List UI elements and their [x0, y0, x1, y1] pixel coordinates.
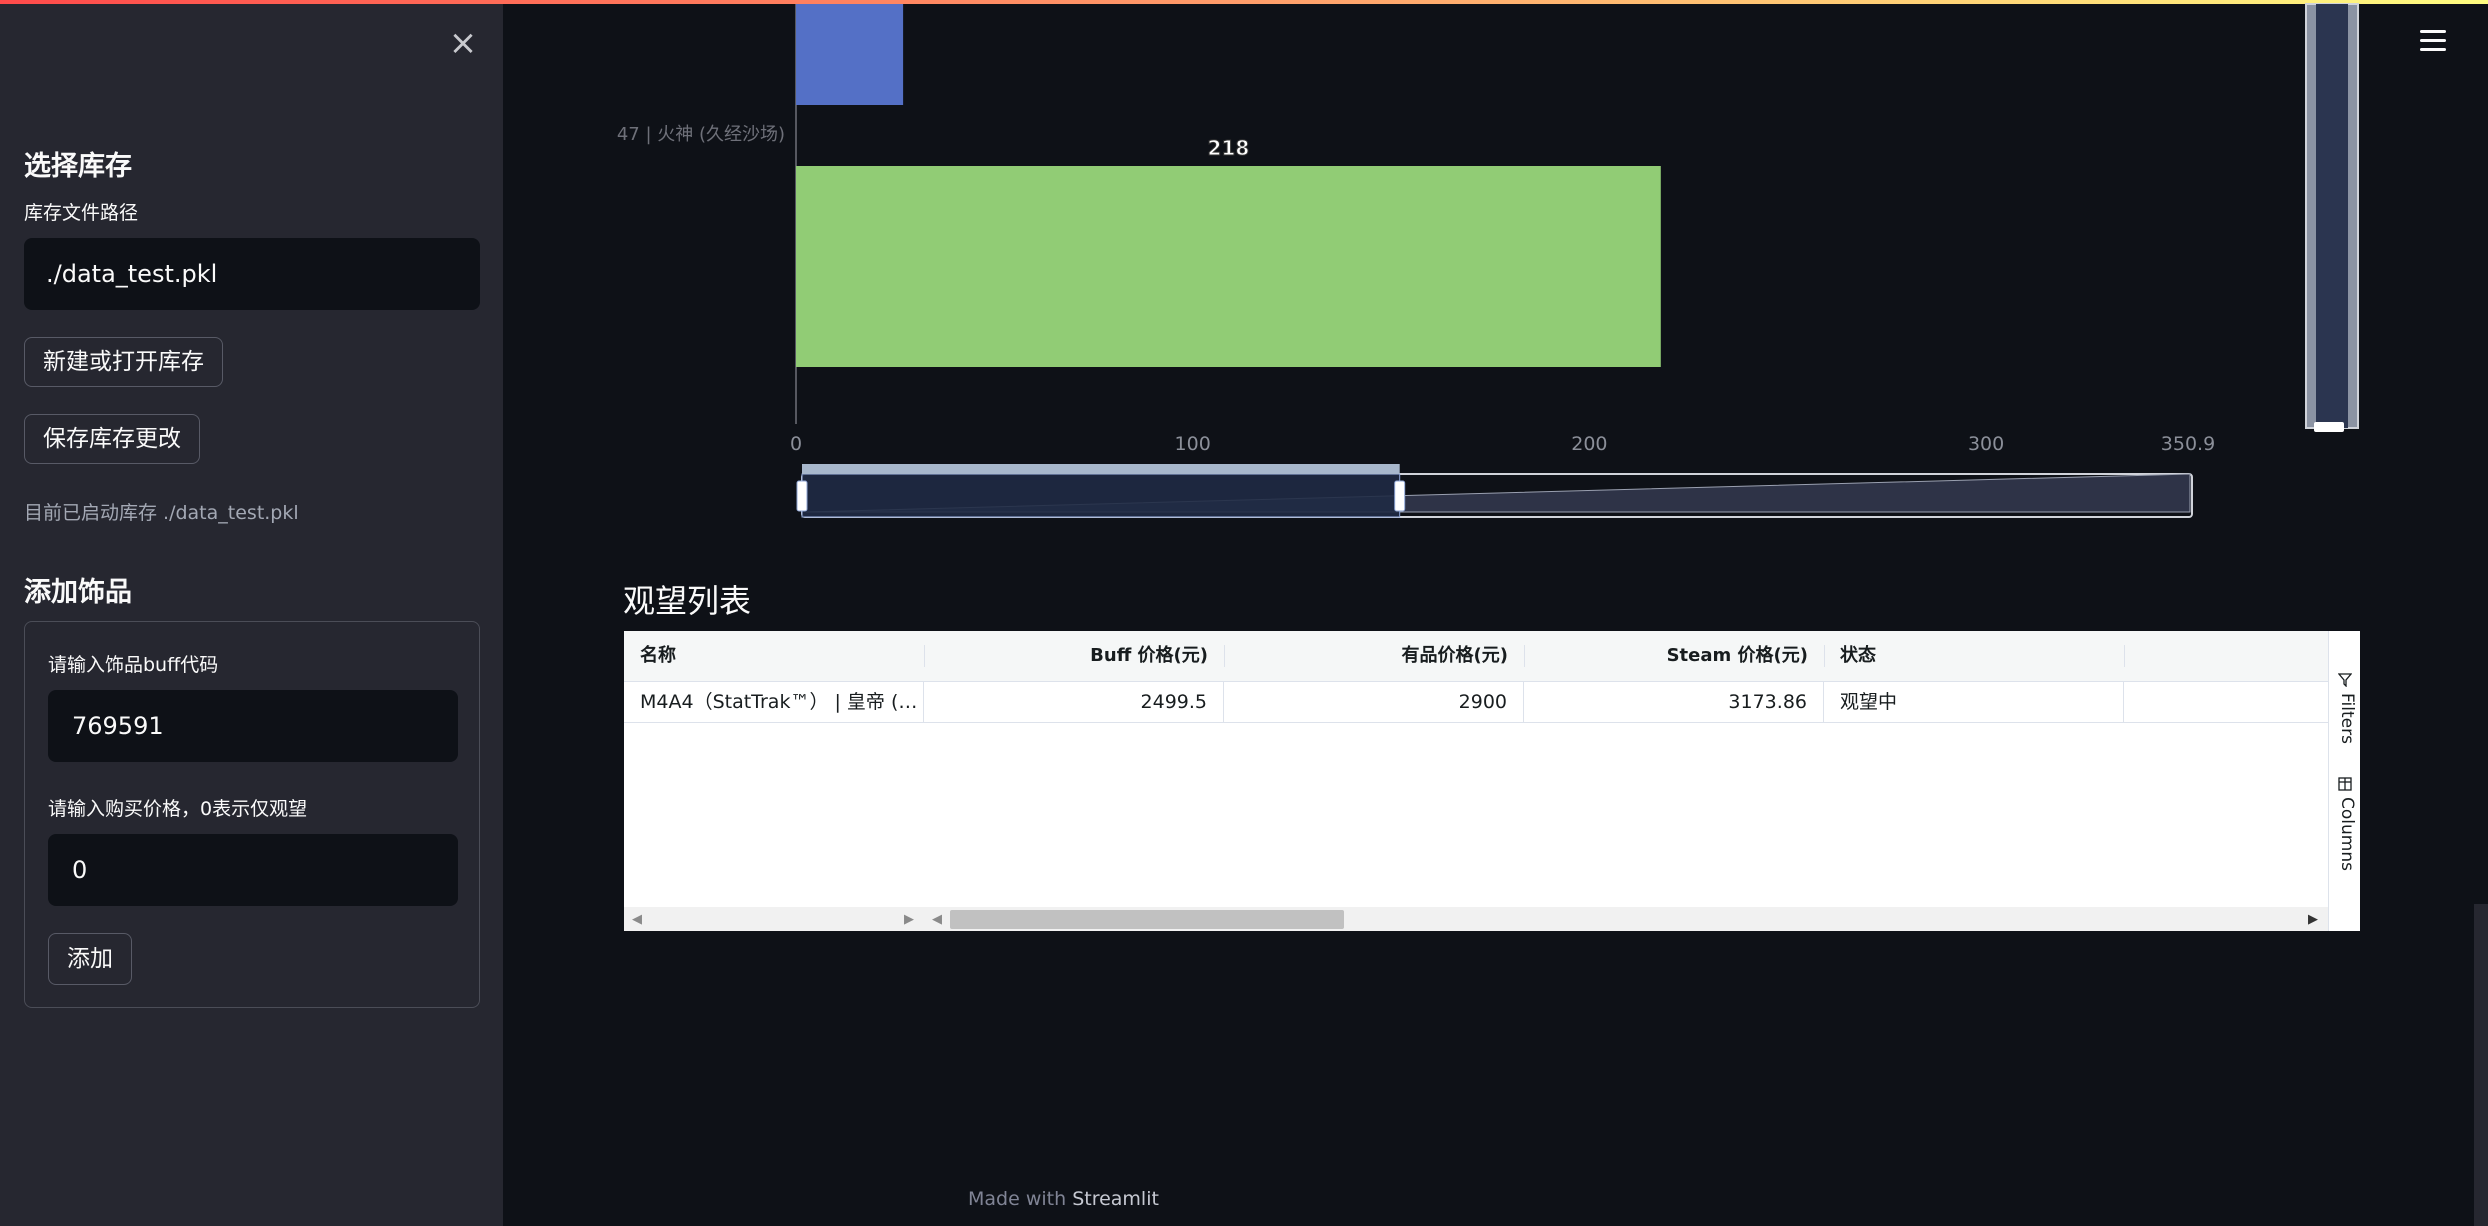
price-input[interactable] [48, 834, 458, 906]
code-label: 请输入饰品buff代码 [48, 654, 219, 676]
category-label: 47 | 火神 (久经沙场) [617, 124, 785, 145]
vertical-datazoom-window[interactable] [2316, 4, 2348, 428]
columns-tab[interactable]: Columns [2333, 797, 2357, 871]
datazoom-right-handle[interactable] [1394, 480, 1406, 512]
x-tick-label: 350.9 [2161, 433, 2215, 455]
bar-chart: 47 | 火神 (久经沙场) 218 0 100 200 300 350.9 [617, 3, 2359, 518]
columns-icon[interactable] [2338, 777, 2352, 791]
datazoom-window[interactable] [801, 473, 1401, 518]
column-header-status[interactable]: 状态 [1824, 631, 2124, 681]
cell-status[interactable]: 观望中 [1824, 682, 2124, 722]
page-scrollbar[interactable] [2474, 904, 2488, 1226]
x-tick-label: 200 [1571, 433, 1607, 455]
cell-steam-price[interactable]: 3173.86 [1524, 682, 1824, 722]
price-label: 请输入购买价格，0表示仅观望 [48, 798, 308, 820]
x-axis-ticks: 0 100 200 300 350.9 [790, 433, 2215, 455]
datazoom-left-handle[interactable] [796, 480, 808, 512]
table-header: 名称 Buff 价格(元) 有品价格(元) Steam 价格(元) 状态 [624, 631, 2328, 682]
column-header-name[interactable]: 名称 [624, 631, 924, 681]
datazoom-move-handle[interactable] [802, 464, 1400, 474]
bar-main [796, 166, 1661, 367]
table-row[interactable]: M4A4（StatTrak™） | 皇帝 (… 2499.5 2900 3173… [624, 682, 2328, 723]
scroll-right-arrow-icon[interactable]: ▶ [2308, 912, 2318, 927]
column-header-youpin-price[interactable]: 有品价格(元) [1224, 631, 1524, 681]
pinned-scroll-right-arrow-icon[interactable]: ▶ [904, 912, 914, 927]
column-header-steam-price[interactable]: Steam 价格(元) [1524, 631, 1824, 681]
cell-youpin-price[interactable]: 2900 [1224, 682, 1524, 722]
add-item-heading: 添加饰品 [24, 577, 132, 608]
add-item-form: 请输入饰品buff代码 请输入购买价格，0表示仅观望 添加 [24, 621, 480, 1008]
scroll-left-arrow-icon[interactable]: ◀ [632, 912, 642, 927]
footer-prefix: Made with [968, 1188, 1067, 1210]
pinned-scroll-left-arrow-icon[interactable]: ◀ [932, 912, 942, 927]
x-tick-label: 100 [1175, 433, 1211, 455]
column-header-buff-price[interactable]: Buff 价格(元) [924, 631, 1224, 681]
x-tick-label: 300 [1968, 433, 2004, 455]
watchlist-table: 名称 Buff 价格(元) 有品价格(元) Steam 价格(元) 状态 M4A… [624, 631, 2360, 931]
code-input[interactable] [48, 690, 458, 762]
bar-data-label: 218 [1208, 136, 1250, 160]
footer: Made with Streamlit [968, 1188, 1159, 1210]
horizontal-scrollbar[interactable]: ◀ ▶ ◀ ▶ [624, 907, 2328, 931]
cell-buff-price[interactable]: 2499.5 [924, 682, 1224, 722]
filter-icon[interactable] [2338, 673, 2352, 687]
footer-brand-link[interactable]: Streamlit [1072, 1188, 1159, 1210]
add-button[interactable]: 添加 [48, 933, 132, 985]
vertical-datazoom-handle[interactable] [2314, 422, 2344, 432]
grid-side-panel: Filters Columns [2328, 631, 2360, 931]
bar-partial-top [796, 4, 904, 105]
filters-tab[interactable]: Filters [2333, 693, 2357, 744]
x-tick-label: 0 [790, 433, 802, 455]
watchlist-title: 观望列表 [623, 582, 752, 620]
cell-name[interactable]: M4A4（StatTrak™） | 皇帝 (… [624, 682, 924, 722]
scrollbar-thumb[interactable] [950, 910, 1344, 929]
